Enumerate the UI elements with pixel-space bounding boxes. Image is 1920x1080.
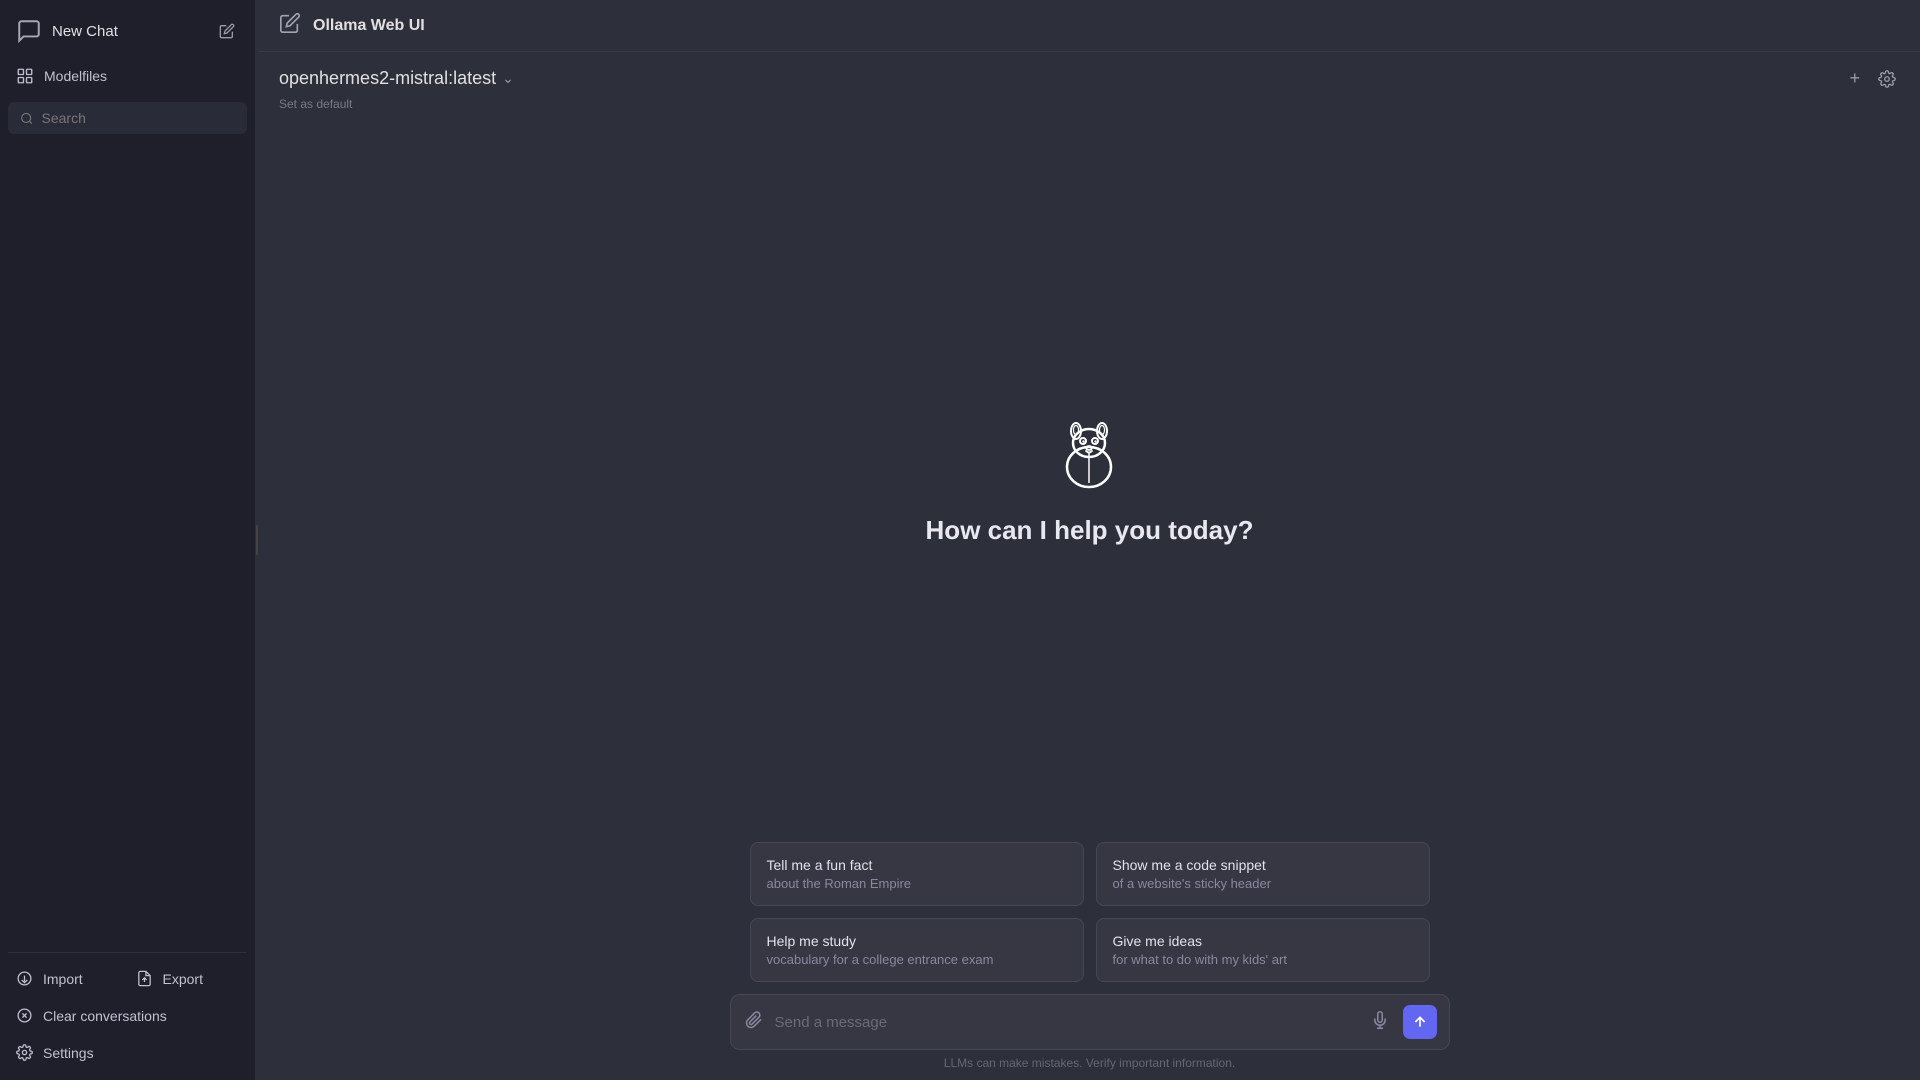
edit-icon: [219, 23, 235, 39]
chat-area: How can I help you today?: [259, 119, 1920, 842]
new-chat-section: New Chat: [8, 8, 247, 54]
microphone-icon: [1371, 1011, 1389, 1029]
import-button[interactable]: Import: [8, 961, 128, 996]
gear-icon: [1878, 70, 1896, 88]
message-input[interactable]: [775, 1014, 1357, 1031]
suggestion-card-1[interactable]: Show me a code snippet of a website's st…: [1096, 842, 1430, 906]
suggestion-title-3: Give me ideas: [1113, 933, 1413, 949]
import-icon: [16, 970, 33, 987]
paperclip-icon: [745, 1011, 763, 1029]
input-section: LLMs can make mistakes. Verify important…: [259, 994, 1920, 1080]
sidebar-bottom: Import Export Clear conversations: [8, 952, 247, 1072]
disclaimer-text: LLMs can make mistakes. Verify important…: [944, 1050, 1235, 1080]
ollama-mascot-icon: [1049, 415, 1129, 495]
search-icon: [20, 111, 34, 126]
edit-icon-button[interactable]: [215, 19, 239, 43]
model-bar: openhermes2-mistral:latest ⌄ +: [259, 52, 1920, 97]
model-actions: +: [1845, 64, 1900, 93]
suggestion-subtitle-1: of a website's sticky header: [1113, 876, 1413, 891]
import-export-row: Import Export: [8, 961, 247, 998]
chat-icon: [16, 18, 42, 44]
model-settings-button[interactable]: [1874, 66, 1900, 92]
suggestions-wrapper: Tell me a fun fact about the Roman Empir…: [259, 842, 1920, 994]
suggestion-subtitle-2: vocabulary for a college entrance exam: [767, 952, 1067, 967]
suggestion-card-2[interactable]: Help me study vocabulary for a college e…: [750, 918, 1084, 982]
app-logo-icon: [279, 12, 301, 39]
welcome-text: How can I help you today?: [926, 515, 1254, 546]
conversations-list: [8, 142, 247, 952]
suggestion-card-3[interactable]: Give me ideas for what to do with my kid…: [1096, 918, 1430, 982]
send-icon: [1412, 1014, 1428, 1030]
settings-button[interactable]: Settings: [8, 1035, 247, 1070]
set-default-label[interactable]: Set as default: [259, 97, 1920, 119]
export-icon: [136, 970, 153, 987]
welcome-container: How can I help you today?: [926, 415, 1254, 546]
modelfiles-item[interactable]: Modelfiles: [8, 58, 247, 94]
search-input[interactable]: [42, 110, 236, 126]
suggestions-grid: Tell me a fun fact about the Roman Empir…: [730, 842, 1450, 994]
suggestion-card-0[interactable]: Tell me a fun fact about the Roman Empir…: [750, 842, 1084, 906]
microphone-button[interactable]: [1367, 1007, 1393, 1038]
export-label: Export: [163, 971, 203, 987]
app-header: Ollama Web UI: [259, 0, 1920, 52]
main-content: Ollama Web UI openhermes2-mistral:latest…: [259, 0, 1920, 1080]
sidebar: New Chat Modelfiles: [0, 0, 255, 1080]
clear-icon: [16, 1007, 33, 1024]
import-label: Import: [43, 971, 83, 987]
app-title: Ollama Web UI: [313, 17, 425, 35]
resize-handle[interactable]: [255, 0, 259, 1080]
export-button[interactable]: Export: [128, 961, 248, 996]
clear-label: Clear conversations: [43, 1008, 167, 1024]
new-chat-button[interactable]: New Chat: [16, 18, 118, 44]
suggestion-title-1: Show me a code snippet: [1113, 857, 1413, 873]
chevron-down-icon: ⌄: [502, 70, 514, 87]
modelfiles-icon: [16, 67, 34, 85]
modelfiles-label: Modelfiles: [44, 68, 107, 84]
suggestion-subtitle-3: for what to do with my kids' art: [1113, 952, 1413, 967]
settings-icon: [16, 1044, 33, 1061]
input-bar: [730, 994, 1450, 1050]
suggestion-subtitle-0: about the Roman Empire: [767, 876, 1067, 891]
clear-conversations-button[interactable]: Clear conversations: [8, 998, 247, 1033]
settings-label: Settings: [43, 1045, 94, 1061]
model-name: openhermes2-mistral:latest: [279, 68, 496, 89]
attach-button[interactable]: [743, 1009, 765, 1036]
suggestion-title-0: Tell me a fun fact: [767, 857, 1067, 873]
search-box: [8, 102, 247, 134]
send-button[interactable]: [1403, 1005, 1437, 1039]
model-selector[interactable]: openhermes2-mistral:latest ⌄: [279, 68, 514, 89]
suggestion-title-2: Help me study: [767, 933, 1067, 949]
model-add-button[interactable]: +: [1845, 64, 1864, 93]
new-chat-label: New Chat: [52, 23, 118, 40]
